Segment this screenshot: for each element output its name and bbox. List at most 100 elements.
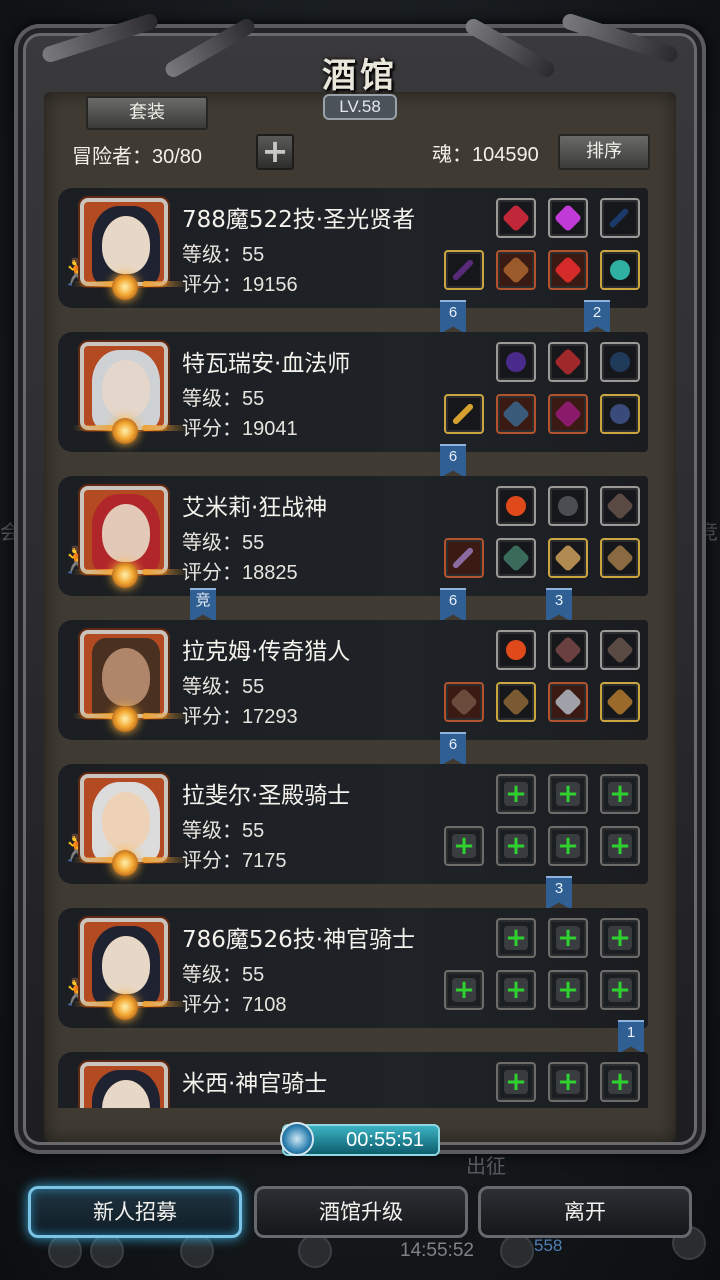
dispatch-label: 出征 xyxy=(466,1154,506,1178)
empty-equip-slot[interactable]: + xyxy=(444,826,484,866)
equip-slot[interactable] xyxy=(548,250,588,290)
equip-slot[interactable] xyxy=(600,250,640,290)
plus-icon: + xyxy=(609,923,631,953)
class-emblem-icon xyxy=(112,562,138,588)
hero-card[interactable]: 🏃 786魔526技·神官骑士 等级：55 评分：7108 + + + + + … xyxy=(58,908,648,1028)
hero-score: 评分：7175 xyxy=(182,850,287,872)
equip-slot[interactable] xyxy=(444,682,484,722)
hero-card[interactable]: 🏃 艾米莉·狂战神 等级：55 评分：18825 xyxy=(58,476,648,596)
equip-slot[interactable] xyxy=(496,682,536,722)
empty-equip-slot[interactable]: + xyxy=(600,970,640,1010)
sort-button[interactable]: 排序 xyxy=(558,134,650,170)
equip-slot[interactable] xyxy=(548,682,588,722)
leave-button[interactable]: 离开 xyxy=(478,1186,692,1238)
hero-score: 评分：17293 xyxy=(182,706,298,728)
empty-equip-slot[interactable]: + xyxy=(600,774,640,814)
equip-slot[interactable] xyxy=(548,486,588,526)
equip-slot[interactable] xyxy=(548,394,588,434)
hero-portrait xyxy=(80,198,168,286)
background-count: 558 xyxy=(534,1236,563,1255)
hero-portrait xyxy=(80,918,168,1006)
hero-card[interactable]: 特瓦瑞安·血法师 等级：55 评分：19041 xyxy=(58,332,648,452)
equip-slot[interactable] xyxy=(548,198,588,238)
empty-equip-slot[interactable]: + xyxy=(600,1062,640,1102)
empty-equip-slot[interactable]: + xyxy=(548,970,588,1010)
plus-icon: + xyxy=(505,779,527,809)
rank-flag: 6 xyxy=(440,300,466,334)
empty-equip-slot[interactable]: + xyxy=(496,1062,536,1102)
empty-equip-slot[interactable]: + xyxy=(548,826,588,866)
equip-slot[interactable] xyxy=(496,250,536,290)
arena-flag: 竞 xyxy=(190,588,216,622)
rank-flag: 3 xyxy=(546,876,572,910)
set-button[interactable]: 套装 xyxy=(86,96,208,130)
hero-name: 艾米莉·狂战神 xyxy=(182,495,328,521)
empty-equip-slot[interactable]: + xyxy=(496,970,536,1010)
equip-slot[interactable] xyxy=(496,342,536,382)
empty-equip-slot[interactable]: + xyxy=(496,826,536,866)
hero-portrait xyxy=(80,630,168,718)
rank-flag: 2 xyxy=(584,300,610,334)
hero-name: 特瓦瑞安·血法师 xyxy=(182,351,351,377)
empty-equip-slot[interactable]: + xyxy=(600,918,640,958)
equip-slot[interactable] xyxy=(496,630,536,670)
hero-name: 拉克姆·传奇猎人 xyxy=(182,639,351,665)
hero-portrait xyxy=(80,1062,168,1108)
tavern-screen: 会 竞 酒馆 LV.58 套装 冒险者：30/80 + 魂：104590 排序 … xyxy=(0,0,720,1280)
hero-level: 等级：55 xyxy=(182,820,265,842)
plus-icon: + xyxy=(557,779,579,809)
hero-level: 等级：55 xyxy=(182,388,265,410)
hero-level: 等级：55 xyxy=(182,676,265,698)
hero-card[interactable]: 拉克姆·传奇猎人 等级：55 评分：17293 xyxy=(58,620,648,740)
equip-slot[interactable] xyxy=(600,198,640,238)
empty-equip-slot[interactable]: + xyxy=(548,1062,588,1102)
hero-score: 评分：19041 xyxy=(182,418,298,440)
equip-slot[interactable] xyxy=(496,486,536,526)
equip-slot[interactable] xyxy=(548,342,588,382)
hero-portrait xyxy=(80,486,168,574)
hero-level: 等级：55 xyxy=(182,532,265,554)
class-emblem-icon xyxy=(112,850,138,876)
hero-card[interactable]: 🏃 拉斐尔·圣殿骑士 等级：55 评分：7175 + + + + + + + xyxy=(58,764,648,884)
rank-flag: 6 xyxy=(440,588,466,622)
empty-equip-slot[interactable]: + xyxy=(548,918,588,958)
equip-slot[interactable] xyxy=(496,538,536,578)
rank-flag: 6 xyxy=(440,444,466,478)
add-slot-button[interactable]: + xyxy=(256,134,294,170)
equip-slot[interactable] xyxy=(548,630,588,670)
upgrade-tavern-button[interactable]: 酒馆升级 xyxy=(254,1186,468,1238)
hero-list[interactable]: 🏃 788魔522技·圣光贤者 等级：55 评分：19156 6 2 特瓦瑞安·… xyxy=(58,188,662,1108)
equip-slot[interactable] xyxy=(444,394,484,434)
empty-equip-slot[interactable]: + xyxy=(496,774,536,814)
hero-level: 等级：55 xyxy=(182,244,265,266)
hero-name: 786魔526技·神官骑士 xyxy=(182,927,416,953)
hero-portrait xyxy=(80,774,168,862)
equip-slot[interactable] xyxy=(548,538,588,578)
plus-icon: + xyxy=(453,975,475,1005)
empty-equip-slot[interactable]: + xyxy=(496,918,536,958)
plus-icon: + xyxy=(557,975,579,1005)
page-title: 酒馆 xyxy=(322,56,398,96)
equip-slot[interactable] xyxy=(600,538,640,578)
equip-slot[interactable] xyxy=(600,630,640,670)
hero-name: 788魔522技·圣光贤者 xyxy=(182,207,416,233)
empty-equip-slot[interactable]: + xyxy=(444,970,484,1010)
equip-slot[interactable] xyxy=(600,486,640,526)
equip-slot[interactable] xyxy=(444,250,484,290)
equip-slot[interactable] xyxy=(600,682,640,722)
equip-slot[interactable] xyxy=(496,394,536,434)
empty-equip-slot[interactable]: + xyxy=(600,826,640,866)
clock-icon xyxy=(280,1122,314,1156)
equip-slot[interactable] xyxy=(600,394,640,434)
equip-slot[interactable] xyxy=(444,538,484,578)
recruit-button[interactable]: 新人招募 xyxy=(28,1186,242,1238)
hero-name: 拉斐尔·圣殿骑士 xyxy=(182,783,351,809)
hero-level: 等级：55 xyxy=(182,964,265,986)
hero-score: 评分：18825 xyxy=(182,562,298,584)
plus-icon: + xyxy=(453,831,475,861)
equip-slot[interactable] xyxy=(496,198,536,238)
hero-card[interactable]: 🏃 788魔522技·圣光贤者 等级：55 评分：19156 xyxy=(58,188,648,308)
hero-card[interactable]: 米西·神官骑士 + + + xyxy=(58,1052,648,1108)
equip-slot[interactable] xyxy=(600,342,640,382)
empty-equip-slot[interactable]: + xyxy=(548,774,588,814)
